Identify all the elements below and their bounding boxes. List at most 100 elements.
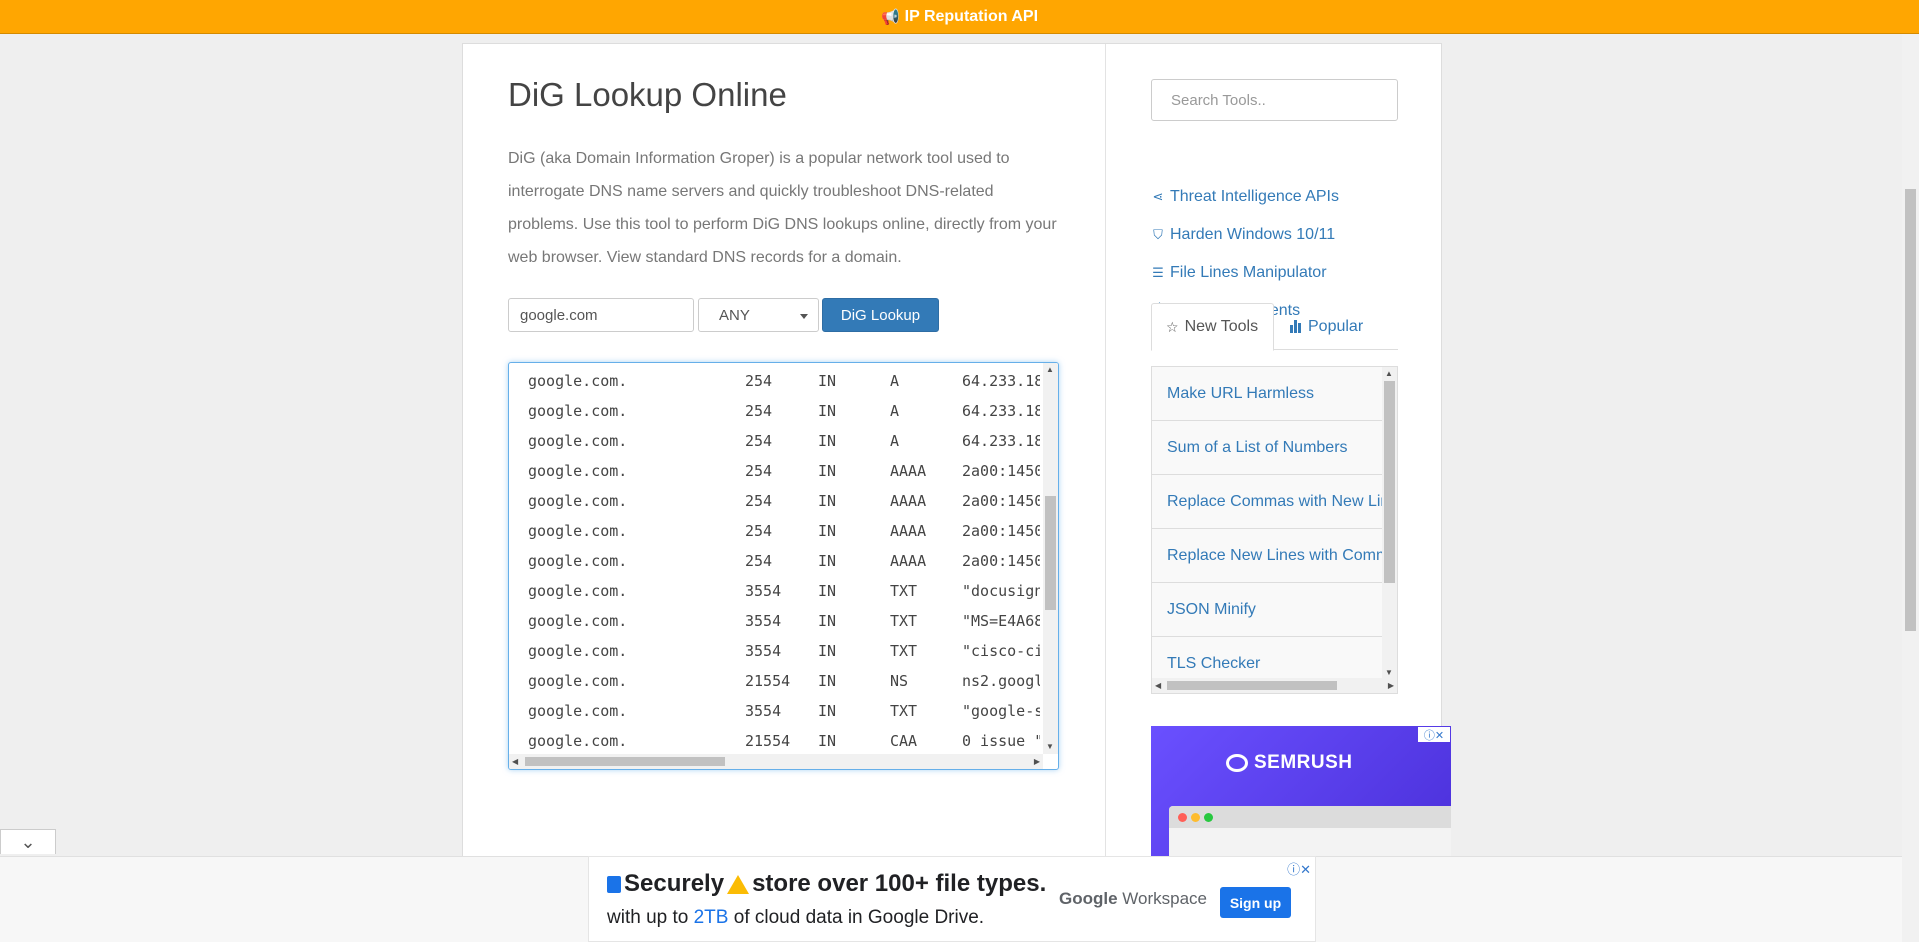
tab-new-tools[interactable]: ☆ New Tools: [1151, 303, 1274, 351]
chevron-down-icon: [800, 314, 808, 319]
scroll-right-icon[interactable]: ▶: [1388, 681, 1394, 691]
dns-record-row: google.com. 3554 IN TXT "cisco-ci-d: [528, 636, 1040, 666]
record-value: "MS=E4A68B9: [962, 612, 1040, 630]
search-tools-input[interactable]: [1151, 79, 1398, 121]
scrollbar-thumb[interactable]: [1905, 189, 1916, 631]
record-name: google.com.: [528, 432, 628, 450]
page-scrollbar[interactable]: [1902, 34, 1919, 942]
record-ttl: 254: [745, 522, 773, 540]
record-class: IN: [818, 672, 837, 690]
record-type: A: [890, 432, 900, 450]
scroll-up-icon[interactable]: ▲: [1046, 365, 1054, 375]
record-class: IN: [818, 582, 837, 600]
results-textarea[interactable]: google.com. 254 IN A 64.233.185.1 google.com.…: [508, 362, 1059, 770]
google-workspace-ad[interactable]: Securely store over 100+ file types. wit…: [588, 856, 1316, 942]
record-value: 2a00:1450:4: [962, 522, 1040, 540]
record-name: google.com.: [528, 642, 628, 660]
dns-record-row: google.com. 254 IN AAAA 2a00:1450:4: [528, 486, 1040, 516]
record-class: IN: [818, 642, 837, 660]
record-ttl: 3554: [745, 612, 782, 630]
record-value: 2a00:1450:4: [962, 492, 1040, 510]
collapse-ad-button[interactable]: ⌄: [0, 829, 56, 854]
dig-lookup-button[interactable]: DiG Lookup: [822, 298, 939, 332]
record-type-select[interactable]: ANY: [698, 298, 819, 332]
record-ttl: 21554: [745, 732, 791, 750]
scroll-right-icon[interactable]: ▶: [1034, 757, 1040, 767]
tool-item[interactable]: JSON Minify: [1152, 583, 1382, 637]
record-ttl: 3554: [745, 702, 782, 720]
record-name: google.com.: [528, 462, 628, 480]
scrollbar-thumb[interactable]: [1045, 496, 1056, 610]
link-threat-intelligence-apis[interactable]: ⋖ Threat Intelligence APIs: [1151, 186, 1339, 208]
tool-item[interactable]: Make URL Harmless: [1152, 367, 1382, 421]
tab-popular[interactable]: Popular: [1275, 303, 1377, 351]
record-value: ns2.google.: [962, 672, 1040, 690]
semrush-ad[interactable]: SEMRUSH ⓘ✕: [1151, 726, 1451, 866]
scrollbar-thumb[interactable]: [1384, 381, 1395, 583]
dns-record-row: google.com. 254 IN A 64.233.185.1: [528, 426, 1040, 456]
scroll-down-icon[interactable]: ▼: [1046, 742, 1054, 752]
domain-input[interactable]: [508, 298, 694, 332]
tools-horizontal-scrollbar[interactable]: ◀ ▶: [1152, 678, 1397, 693]
record-class: IN: [818, 552, 837, 570]
scrollbar-thumb[interactable]: [1167, 681, 1337, 690]
dns-record-row: google.com. 3554 IN TXT "MS=E4A68B9: [528, 606, 1040, 636]
record-type-value: ANY: [719, 306, 750, 324]
record-type: NS: [890, 672, 909, 690]
ad-close-icon[interactable]: ⓘ✕: [1418, 727, 1450, 742]
link-label: Harden Windows 10/11: [1170, 226, 1336, 243]
record-type: AAAA: [890, 492, 927, 510]
ad-close-icon[interactable]: ⓘ✕: [1287, 859, 1311, 878]
record-type: TXT: [890, 612, 918, 630]
banner-text[interactable]: IP Reputation API: [905, 8, 1038, 26]
tool-tabs: ☆ New Tools Popular: [1151, 303, 1398, 351]
record-name: google.com.: [528, 492, 628, 510]
record-value: 64.233.185.1: [962, 432, 1040, 450]
link-file-lines-manipulator[interactable]: ☰ File Lines Manipulator: [1151, 262, 1327, 284]
record-value: "cisco-ci-d: [962, 642, 1040, 660]
column-divider: [1105, 44, 1106, 862]
tool-item[interactable]: Sum of a List of Numbers: [1152, 421, 1382, 475]
star-icon: ☆: [1166, 318, 1179, 335]
new-tools-list[interactable]: Make URL Harmless Sum of a List of Numbe…: [1151, 366, 1398, 694]
scroll-left-icon[interactable]: ◀: [512, 757, 518, 767]
dns-record-row: google.com. 3554 IN TXT "docusign=0: [528, 576, 1040, 606]
record-class: IN: [818, 462, 837, 480]
dns-record-row: google.com. 21554 IN CAA 0 issue "p: [528, 726, 1040, 751]
sign-up-button[interactable]: Sign up: [1220, 887, 1291, 918]
link-label: File Lines Manipulator: [1170, 264, 1327, 281]
scroll-left-icon[interactable]: ◀: [1155, 681, 1161, 691]
scroll-down-icon[interactable]: ▼: [1385, 668, 1393, 678]
top-banner[interactable]: 📢 IP Reputation API: [0, 0, 1919, 34]
record-name: google.com.: [528, 372, 628, 390]
record-class: IN: [818, 522, 837, 540]
record-value: "google-sit: [962, 702, 1040, 720]
tools-vertical-scrollbar[interactable]: ▲ ▼: [1382, 367, 1397, 680]
record-name: google.com.: [528, 522, 628, 540]
record-ttl: 21554: [745, 672, 791, 690]
record-class: IN: [818, 372, 837, 390]
list-icon: ☰: [1152, 265, 1164, 280]
record-class: IN: [818, 732, 837, 750]
record-ttl: 3554: [745, 642, 782, 660]
record-ttl: 254: [745, 432, 773, 450]
record-name: google.com.: [528, 552, 628, 570]
record-class: IN: [818, 492, 837, 510]
tool-item[interactable]: Replace New Lines with Commas: [1152, 529, 1382, 583]
semrush-logo-icon: [1226, 754, 1248, 772]
record-name: google.com.: [528, 612, 628, 630]
link-harden-windows[interactable]: ⛉ Harden Windows 10/11: [1151, 224, 1335, 246]
record-type: TXT: [890, 702, 918, 720]
dns-record-row: google.com. 21554 IN NS ns2.google.: [528, 666, 1040, 696]
scrollbar-thumb[interactable]: [525, 757, 725, 766]
scroll-up-icon[interactable]: ▲: [1385, 369, 1393, 379]
dns-record-row: google.com. 254 IN AAAA 2a00:1450:4: [528, 516, 1040, 546]
results-horizontal-scrollbar[interactable]: ◀ ▶: [509, 754, 1043, 769]
record-class: IN: [818, 702, 837, 720]
results-vertical-scrollbar[interactable]: ▲ ▼: [1043, 363, 1058, 754]
tool-item[interactable]: Replace Commas with New Lines: [1152, 475, 1382, 529]
record-class: IN: [818, 402, 837, 420]
record-ttl: 254: [745, 462, 773, 480]
page-description: DiG (aka Domain Information Groper) is a…: [508, 150, 1057, 266]
record-class: IN: [818, 612, 837, 630]
